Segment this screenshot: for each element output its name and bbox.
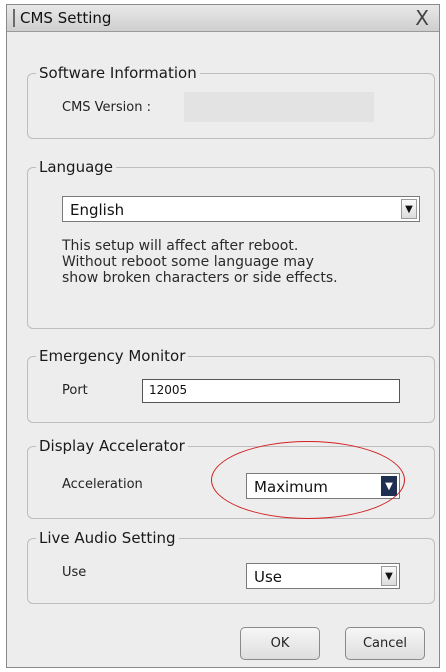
language-group: Language English ▼ This setup will affec… xyxy=(27,157,435,329)
language-legend: Language xyxy=(36,157,117,177)
title-accent xyxy=(13,9,15,27)
chevron-down-icon[interactable]: ▼ xyxy=(381,566,397,586)
live-audio-setting-group: Live Audio Setting Use Use ▼ xyxy=(27,528,435,604)
language-select[interactable]: English ▼ xyxy=(62,196,420,222)
cms-version-label: CMS Version : xyxy=(62,100,151,115)
ok-button[interactable]: OK xyxy=(240,627,320,660)
language-note-line: This setup will affect after reboot. xyxy=(62,238,299,254)
display-accelerator-group: Display Accelerator Acceleration Maximum… xyxy=(27,436,435,519)
language-note-line: Without reboot some language may xyxy=(62,254,314,270)
use-label: Use xyxy=(62,565,87,580)
emergency-monitor-group: Emergency Monitor Port 12005 xyxy=(27,346,435,423)
acceleration-label: Acceleration xyxy=(62,477,143,492)
window-title: CMS Setting xyxy=(20,9,112,27)
cms-setting-dialog: CMS Setting X Software Information CMS V… xyxy=(6,4,440,668)
language-reboot-note: This setup will affect after reboot. Wit… xyxy=(62,238,422,286)
language-note-line: show broken characters or side effects. xyxy=(62,270,338,286)
acceleration-select[interactable]: Maximum ▼ xyxy=(246,473,400,499)
port-input[interactable]: 12005 xyxy=(142,379,400,403)
display-accelerator-legend: Display Accelerator xyxy=(36,436,188,456)
language-selected-value: English xyxy=(70,201,125,219)
acceleration-selected-value: Maximum xyxy=(254,478,328,496)
title-bar[interactable]: CMS Setting X xyxy=(7,5,439,32)
live-audio-setting-legend: Live Audio Setting xyxy=(36,528,179,548)
chevron-down-icon[interactable]: ▼ xyxy=(381,476,397,496)
cancel-button[interactable]: Cancel xyxy=(345,627,425,660)
software-information-legend: Software Information xyxy=(36,63,200,83)
close-icon[interactable]: X xyxy=(415,6,429,30)
live-audio-selected-value: Use xyxy=(254,568,283,586)
port-label: Port xyxy=(62,383,88,398)
software-information-group: Software Information CMS Version : xyxy=(27,63,435,139)
chevron-down-icon[interactable]: ▼ xyxy=(401,199,417,219)
live-audio-select[interactable]: Use ▼ xyxy=(246,563,400,589)
emergency-monitor-legend: Emergency Monitor xyxy=(36,346,189,366)
cms-version-value xyxy=(184,92,374,122)
